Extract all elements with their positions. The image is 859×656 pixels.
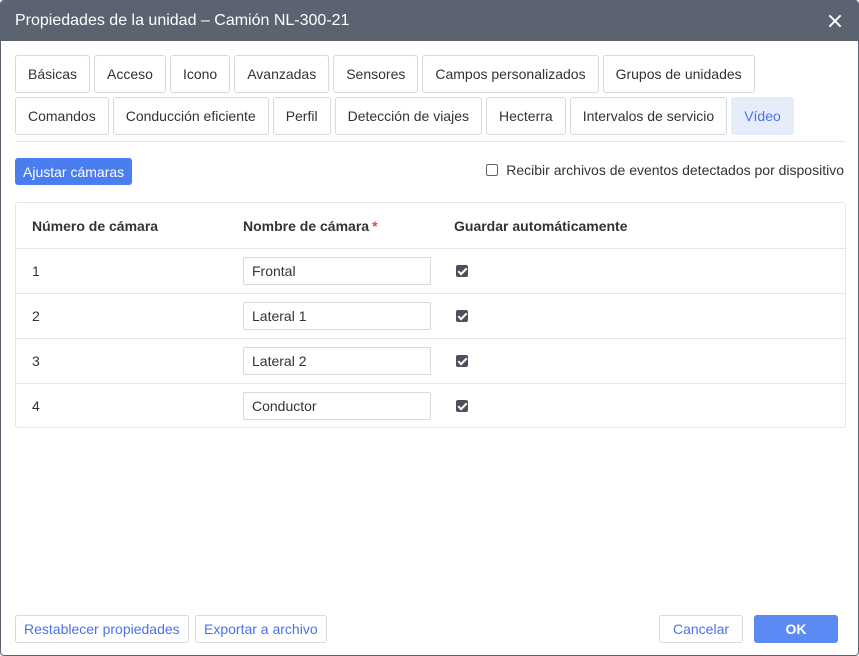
table-header-row: Número de cámara Nombre de cámara * Guard… <box>16 203 845 248</box>
tab-intervalos-de-servicio[interactable]: Intervalos de servicio <box>569 97 728 135</box>
dialog-titlebar: Propiedades de la unidad – Camión NL-300… <box>1 1 858 41</box>
tab-perfil[interactable]: Perfil <box>272 97 331 135</box>
tab-acceso[interactable]: Acceso <box>94 55 166 93</box>
camera-name-cell <box>227 347 438 375</box>
table-row: 2 <box>16 293 845 338</box>
tab-deteccion-de-viajes[interactable]: Detección de viajes <box>334 97 482 135</box>
header-camera-number: Número de cámara <box>32 217 159 234</box>
tab-comandos[interactable]: Comandos <box>15 97 109 135</box>
header-camera-name: Nombre de cámara * <box>227 218 438 234</box>
receive-files-label: Recibir archivos de eventos detectados p… <box>506 162 844 178</box>
tab-row-2: Comandos Conducción eficiente Perfil Det… <box>15 97 845 135</box>
camera-name-input[interactable] <box>243 392 431 420</box>
auto-save-cell <box>438 355 845 367</box>
cancel-button[interactable]: Cancelar <box>659 615 743 643</box>
required-mark: * <box>372 217 378 234</box>
auto-save-cell <box>438 265 845 277</box>
camera-name-input[interactable] <box>243 347 431 375</box>
camera-name-input[interactable] <box>243 257 431 285</box>
unit-properties-dialog: Propiedades de la unidad – Camión NL-300… <box>0 0 859 656</box>
tab-divider <box>15 141 845 142</box>
tab-row-1: Básicas Acceso Icono Avanzadas Sensores … <box>15 55 845 93</box>
export-to-file-button[interactable]: Exportar a archivo <box>195 615 327 643</box>
table-row: 3 <box>16 338 845 383</box>
auto-save-checkbox[interactable] <box>456 265 468 277</box>
camera-name-input[interactable] <box>243 302 431 330</box>
tab-conduccion-eficiente[interactable]: Conducción eficiente <box>112 97 269 135</box>
camera-number: 4 <box>32 398 40 414</box>
reset-properties-button[interactable]: Restablecer propiedades <box>15 615 189 643</box>
receive-files-option[interactable]: Recibir archivos de eventos detectados p… <box>486 162 844 178</box>
tab-sensores[interactable]: Sensores <box>333 55 419 93</box>
header-camera-name-label: Nombre de cámara <box>243 217 370 234</box>
tab-bar: Básicas Acceso Icono Avanzadas Sensores … <box>15 55 845 139</box>
auto-save-checkbox[interactable] <box>456 310 468 322</box>
ok-button[interactable]: OK <box>754 615 838 643</box>
adjust-cameras-button[interactable]: Ajustar cámaras <box>15 158 133 185</box>
auto-save-cell <box>438 310 845 322</box>
tab-video[interactable]: Vídeo <box>731 97 794 135</box>
camera-number: 2 <box>32 308 40 324</box>
camera-name-cell <box>227 302 438 330</box>
tab-icono[interactable]: Icono <box>169 55 231 93</box>
tab-campos-personalizados[interactable]: Campos personalizados <box>422 55 599 93</box>
camera-number: 1 <box>32 263 40 279</box>
camera-name-cell <box>227 392 438 420</box>
tab-hecterra[interactable]: Hecterra <box>486 97 566 135</box>
header-auto-save: Guardar automáticamente <box>454 217 628 234</box>
tab-avanzadas[interactable]: Avanzadas <box>234 55 330 93</box>
cameras-table: Número de cámara Nombre de cámara * Guard… <box>15 202 846 428</box>
dialog-title: Propiedades de la unidad – Camión NL-300… <box>15 12 350 29</box>
table-row: 1 <box>16 248 845 293</box>
table-row: 4 <box>16 383 845 428</box>
auto-save-checkbox[interactable] <box>456 400 468 412</box>
tab-grupos-de-unidades[interactable]: Grupos de unidades <box>602 55 755 93</box>
receive-files-checkbox[interactable] <box>486 164 499 176</box>
close-icon[interactable] <box>826 12 844 30</box>
camera-number: 3 <box>32 353 40 369</box>
auto-save-checkbox[interactable] <box>456 355 468 367</box>
tab-basicas[interactable]: Básicas <box>15 55 91 93</box>
camera-name-cell <box>227 257 438 285</box>
auto-save-cell <box>438 400 845 412</box>
